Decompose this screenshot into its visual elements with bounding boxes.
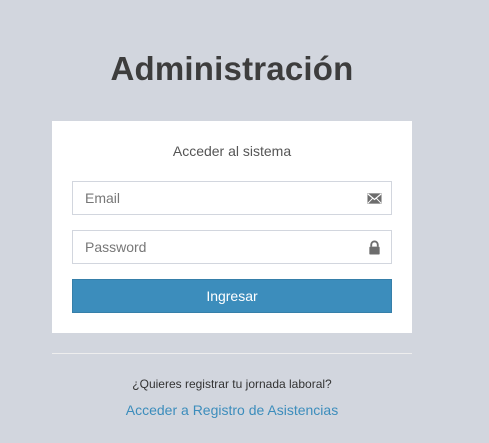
- page-title: Administración: [110, 50, 354, 87]
- login-button[interactable]: Ingresar: [72, 279, 392, 313]
- email-field-group: [72, 181, 392, 215]
- attendance-question: ¿Quieres registrar tu jornada laboral?: [132, 377, 332, 391]
- divider: [52, 353, 412, 354]
- password-field-group: [72, 230, 392, 264]
- login-box: Acceder al sistema Ingresar: [52, 121, 412, 333]
- password-field[interactable]: [73, 231, 355, 263]
- attendance-link[interactable]: Acceder a Registro de Asistencias: [52, 402, 412, 418]
- email-field[interactable]: [73, 182, 355, 214]
- login-box-subtitle: Acceder al sistema: [172, 143, 292, 159]
- envelope-icon: [367, 193, 382, 204]
- lock-icon: [369, 240, 380, 255]
- login-page: Administración Acceder al sistema Ingres…: [0, 0, 489, 443]
